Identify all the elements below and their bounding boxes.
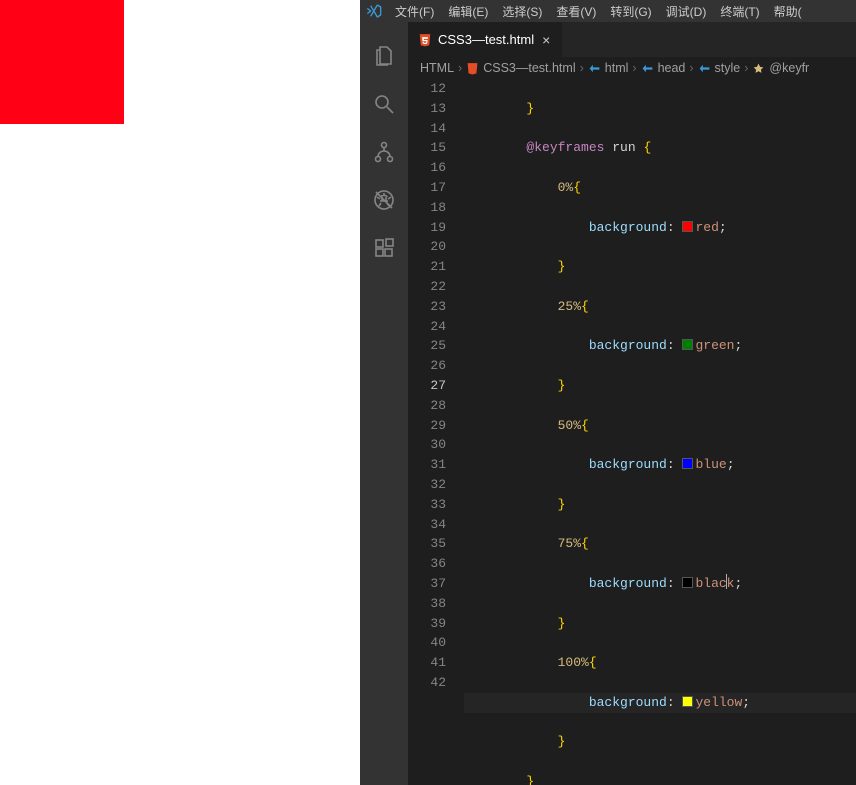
breadcrumb-item[interactable]: HTML [420,61,454,75]
vscode-body: CSS3—test.html × HTML › CSS3—test.html ›… [360,22,856,785]
code-editor[interactable]: 1213141516171819202122232425262728293031… [408,79,856,785]
preview-red-square [0,0,124,124]
tag-icon [588,62,601,75]
tag-icon [698,62,711,75]
source-control-icon[interactable] [360,128,408,176]
text-cursor [726,574,727,589]
breadcrumb-item[interactable]: @keyfr [752,61,809,75]
breadcrumb-item[interactable]: head [641,61,686,75]
breadcrumb-item[interactable]: style [698,61,741,75]
breadcrumb-item[interactable]: CSS3—test.html [466,61,575,75]
files-icon[interactable] [360,32,408,80]
preview-pane [0,0,360,785]
vscode-logo-icon [360,3,388,19]
chevron-right-icon: › [580,61,584,75]
vscode-window: 文件(F) 编辑(E) 选择(S) 查看(V) 转到(G) 调试(D) 终端(T… [360,0,856,785]
color-swatch-icon [682,458,693,469]
code-content[interactable]: } @keyframes run { 0%{ background: red; … [464,79,856,785]
color-swatch-icon [682,221,693,232]
chevron-right-icon: › [632,61,636,75]
menu-edit[interactable]: 编辑(E) [441,3,495,20]
tag-icon [641,62,654,75]
tab-filename: CSS3—test.html [438,32,534,47]
chevron-right-icon: › [458,61,462,75]
chevron-right-icon: › [744,61,748,75]
search-icon[interactable] [360,80,408,128]
menubar: 文件(F) 编辑(E) 选择(S) 查看(V) 转到(G) 调试(D) 终端(T… [360,0,856,22]
menu-terminal[interactable]: 终端(T) [713,3,766,20]
menu-goto[interactable]: 转到(G) [603,3,658,20]
activity-bar [360,22,408,785]
menu-view[interactable]: 查看(V) [549,3,603,20]
menu-debug[interactable]: 调试(D) [659,3,714,20]
line-gutter: 1213141516171819202122232425262728293031… [408,79,464,785]
close-icon[interactable]: × [540,31,552,49]
at-rule-icon [752,62,765,75]
extensions-icon[interactable] [360,224,408,272]
menu-help[interactable]: 帮助( [767,3,809,20]
editor-area: CSS3—test.html × HTML › CSS3—test.html ›… [408,22,856,785]
html5-icon [418,33,432,47]
menu-select[interactable]: 选择(S) [495,3,549,20]
breadcrumbs[interactable]: HTML › CSS3—test.html › html › head › [408,57,856,79]
debug-disabled-icon[interactable] [360,176,408,224]
breadcrumb-item[interactable]: html [588,61,629,75]
chevron-right-icon: › [689,61,693,75]
tab-bar: CSS3—test.html × [408,22,856,57]
html5-icon [466,62,479,75]
color-swatch-icon [682,577,693,588]
color-swatch-icon [682,696,693,707]
tab-active[interactable]: CSS3—test.html × [408,22,562,57]
color-swatch-icon [682,339,693,350]
menu-file[interactable]: 文件(F) [388,3,441,20]
